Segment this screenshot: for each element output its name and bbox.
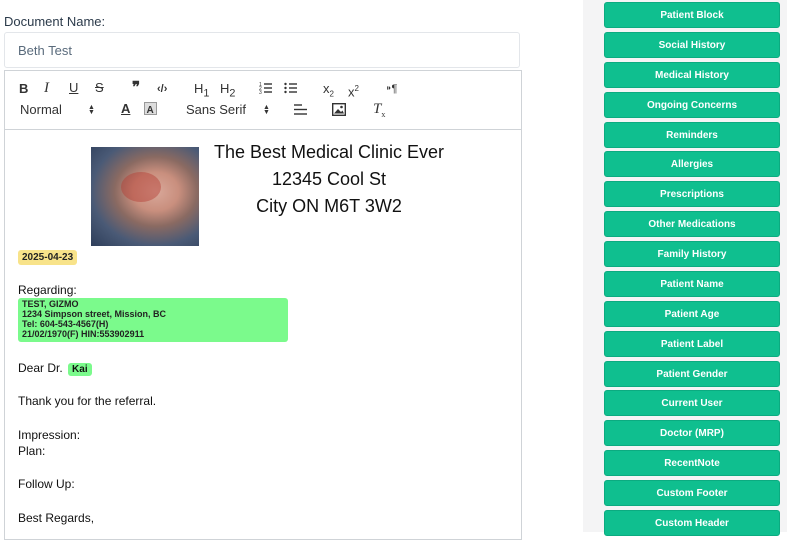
underline-button[interactable]: U (69, 81, 78, 95)
custom-footer-button[interactable]: Custom Footer (604, 480, 780, 506)
patient-gender-button[interactable]: Patient Gender (604, 361, 780, 387)
patient-block-button[interactable]: Patient Block (604, 2, 780, 28)
text-size-value: Normal (20, 102, 62, 117)
doctor-mrp-button[interactable]: Doctor (MRP) (604, 420, 780, 446)
allergies-button[interactable]: Allergies (604, 151, 780, 177)
patient-age-button[interactable]: Patient Age (604, 301, 780, 327)
font-family-value: Sans Serif (186, 102, 246, 117)
clinic-name: The Best Medical Clinic Ever (213, 142, 445, 162)
superscript-button[interactable]: x2 (348, 82, 359, 99)
heading1-button[interactable]: H1 (194, 82, 209, 101)
font-family-select[interactable]: Sans Serif ▲ ▼ (186, 102, 276, 117)
font-color-button[interactable]: A (121, 102, 130, 116)
doctor-badge: Kai (68, 363, 92, 376)
ordered-list-icon: 123 (259, 82, 272, 96)
svg-text:3: 3 (259, 90, 262, 95)
editor-toolbar: B I U S ❞ ‹/› H1 H2 123 x2 x2 ⁍¶ Normal … (5, 71, 521, 130)
recent-note-button[interactable]: RecentNote (604, 450, 780, 476)
clinic-header: The Best Medical Clinic Ever 12345 Cool … (209, 139, 449, 220)
insert-image-button[interactable] (331, 102, 347, 119)
text-direction-button[interactable]: ⁍¶ (386, 82, 397, 96)
greeting-line: Dear Dr. Kai (18, 361, 92, 376)
align-button[interactable] (294, 103, 308, 119)
custom-header-button[interactable]: Custom Header (604, 510, 780, 536)
plan-label: Plan: (18, 444, 46, 458)
clinic-address: 12345 Cool St (271, 169, 387, 189)
other-medications-button[interactable]: Other Medications (604, 211, 780, 237)
strikethrough-button[interactable]: S (95, 81, 104, 95)
svg-text:A: A (147, 105, 154, 115)
rtl-icon: ⁍¶ (386, 83, 398, 95)
clear-format-button[interactable]: Tx (373, 102, 385, 122)
follow-up-label: Follow Up: (18, 477, 75, 491)
background-color-button[interactable]: A (144, 102, 157, 118)
patient-phone: Tel: 604-543-4567(H) (22, 319, 109, 329)
prescriptions-button[interactable]: Prescriptions (604, 181, 780, 207)
thanks-line: Thank you for the referral. (18, 394, 157, 408)
current-user-button[interactable]: Current User (604, 390, 780, 416)
select-arrows-icon: ▲ ▼ (88, 104, 95, 116)
patient-label-button[interactable]: Patient Label (604, 331, 780, 357)
clinic-logo-image (91, 147, 199, 246)
reminders-button[interactable]: Reminders (604, 122, 780, 148)
blockquote-button[interactable]: ❞ (132, 79, 141, 96)
align-left-icon (294, 104, 307, 115)
image-icon (331, 102, 347, 117)
subscript-button[interactable]: x2 (323, 82, 334, 102)
quote-icon: ❞ (132, 79, 141, 96)
greeting-text: Dear Dr. (18, 361, 63, 375)
rich-text-editor: B I U S ❞ ‹/› H1 H2 123 x2 x2 ⁍¶ Normal … (4, 70, 522, 540)
medical-history-button[interactable]: Medical History (604, 62, 780, 88)
social-history-button[interactable]: Social History (604, 32, 780, 58)
code-icon: ‹/› (157, 83, 168, 95)
document-name-input[interactable] (4, 32, 520, 68)
letter-date: 2025-04-23 (18, 250, 78, 265)
heading2-button[interactable]: H2 (220, 82, 235, 101)
regarding-label: Regarding: (18, 283, 77, 297)
bullet-list-button[interactable] (284, 81, 298, 98)
clinic-city: City ON M6T 3W2 (256, 196, 402, 216)
font-color-icon: A (121, 101, 131, 116)
bold-button[interactable]: B (19, 82, 28, 96)
ordered-list-button[interactable]: 123 (259, 81, 273, 98)
highlight-color-icon: A (144, 102, 157, 116)
bullet-list-icon (284, 82, 297, 94)
text-size-select[interactable]: Normal ▲ ▼ (20, 102, 100, 117)
patient-dob-hin: 21/02/1970(F) HIN:553902911 (22, 329, 145, 339)
patient-name: TEST, GIZMO (22, 299, 79, 309)
document-name-label: Document Name: (4, 14, 106, 29)
editor-panel: Document Name: B I U S ❞ ‹/› H1 H2 123 x… (0, 0, 560, 540)
code-block-button[interactable]: ‹/› (157, 82, 167, 96)
patient-block: TEST, GIZMO 1234 Simpson street, Mission… (18, 298, 288, 342)
closing-line: Best Regards, (18, 511, 95, 525)
patient-name-button[interactable]: Patient Name (604, 271, 780, 297)
ongoing-concerns-button[interactable]: Ongoing Concerns (604, 92, 780, 118)
select-arrows-icon: ▲ ▼ (263, 104, 270, 116)
impression-label: Impression: (18, 428, 81, 442)
template-sidebar: Patient Block Social History Medical His… (583, 0, 787, 536)
patient-address: 1234 Simpson street, Mission, BC (22, 309, 167, 319)
italic-button[interactable]: I (44, 81, 49, 96)
family-history-button[interactable]: Family History (604, 241, 780, 267)
